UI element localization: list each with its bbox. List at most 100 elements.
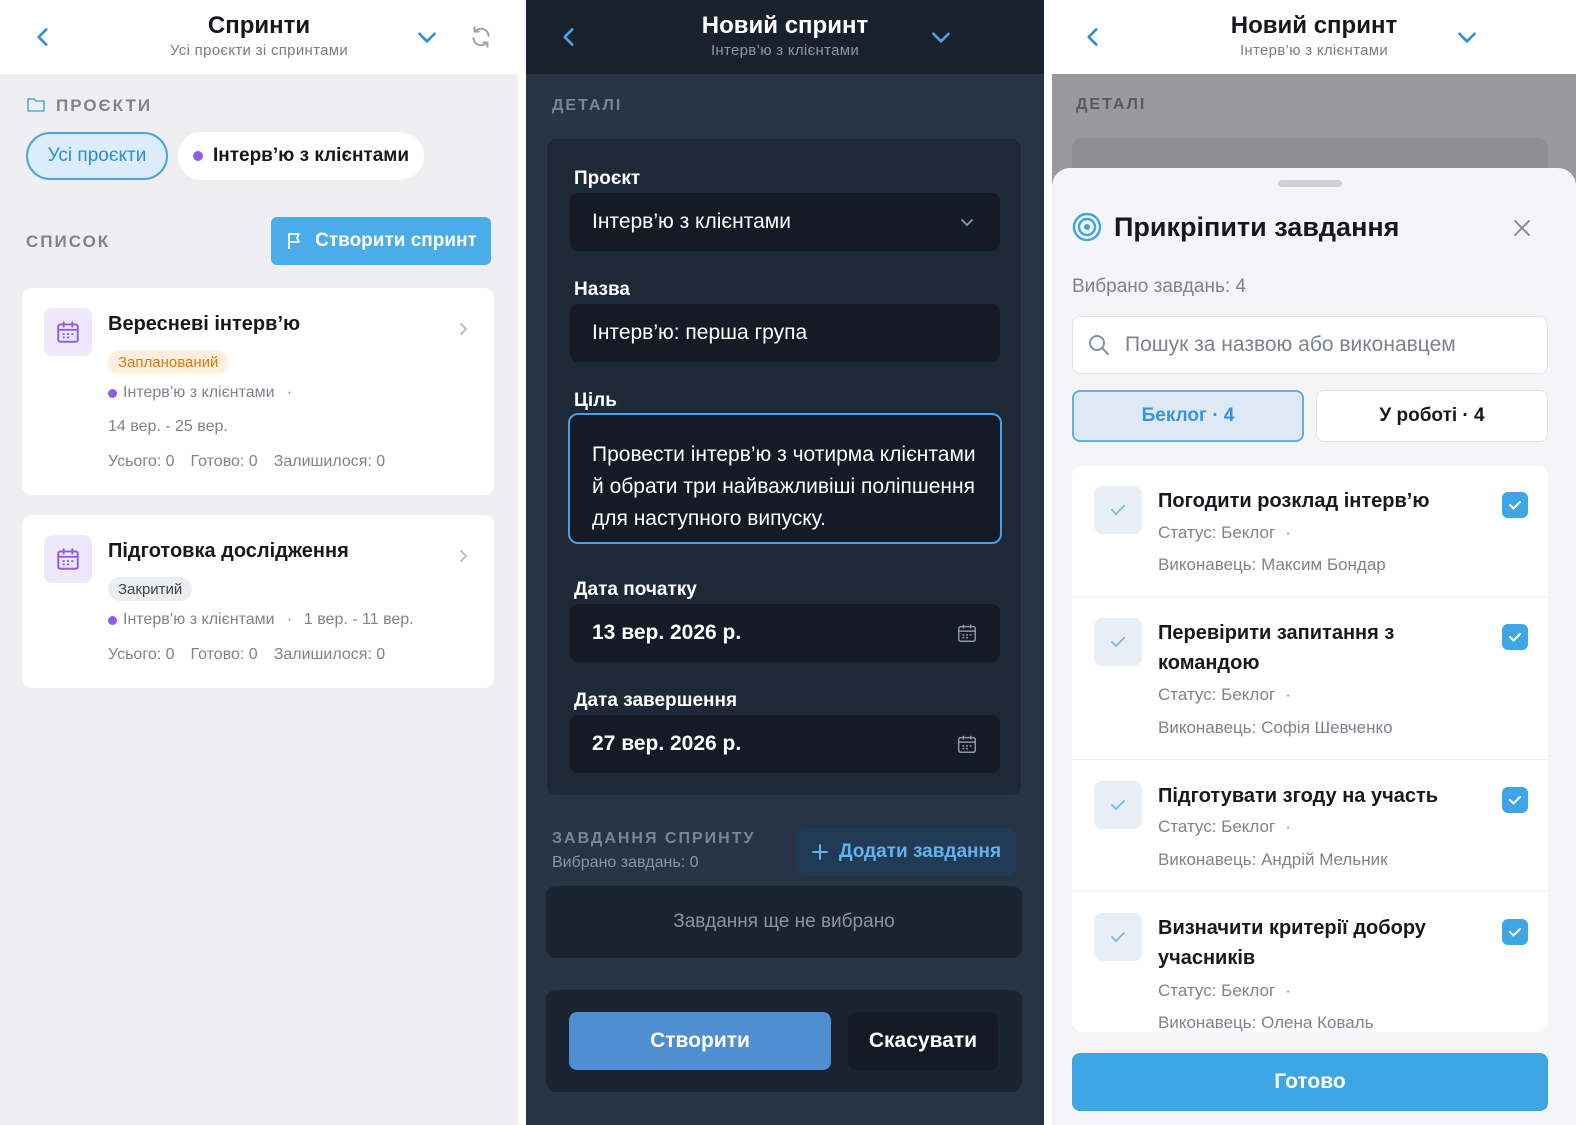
filter-customer-interviews[interactable]: Інтерв’ю з клієнтами bbox=[178, 132, 424, 180]
sprint-title: Підготовка дослідження bbox=[108, 540, 349, 562]
refresh-button[interactable] bbox=[466, 22, 496, 52]
close-icon[interactable] bbox=[1512, 218, 1532, 238]
search-input[interactable]: Пошук за назвою або виконавцем bbox=[1072, 316, 1548, 374]
name-input[interactable]: Інтерв’ю: перша група bbox=[570, 304, 1000, 362]
attach-tasks-sheet: Прикріпити завдання Вибрано завдань: 4 П… bbox=[1052, 168, 1576, 1125]
task-title: Погодити розклад інтерв’ю bbox=[1158, 490, 1430, 512]
search-placeholder: Пошук за назвою або виконавцем bbox=[1125, 333, 1456, 356]
sprint-project: Інтерв’ю з клієнтами · bbox=[108, 384, 292, 402]
sprint-card[interactable]: Вересневі інтерв’ю Запланований Інтерв’ю… bbox=[22, 288, 494, 495]
task-row[interactable]: Перевірити запитання з командою Статус: … bbox=[1072, 598, 1548, 760]
folder-icon bbox=[27, 98, 45, 112]
project-field-label: Проєкт bbox=[574, 168, 641, 189]
task-assignee: Виконавець: Максим Бондар bbox=[1158, 555, 1386, 574]
task-status: Статус: Беклог · bbox=[1158, 523, 1291, 543]
projects-label: ПРОЄКТИ bbox=[56, 96, 153, 115]
end-date-label: Дата завершення bbox=[574, 690, 738, 711]
task-status: Статус: Беклог · bbox=[1158, 981, 1291, 1001]
status-badge: Запланований bbox=[108, 350, 229, 374]
chevron-down-icon bbox=[418, 32, 436, 43]
project-name: Інтерв’ю з клієнтами bbox=[123, 384, 275, 401]
task-status: Статус: Беклог · bbox=[1158, 817, 1291, 837]
chevron-down-icon bbox=[932, 32, 950, 43]
tab-in-progress[interactable]: У роботі · 4 bbox=[1316, 390, 1548, 442]
expand-button[interactable] bbox=[926, 22, 956, 52]
done-button[interactable]: Готово bbox=[1072, 1053, 1548, 1111]
sprint-tasks-label: ЗАВДАННЯ СПРИНТУ bbox=[552, 830, 756, 847]
filter-label: Усі проєкти bbox=[47, 145, 147, 166]
start-date-input[interactable]: 13 вер. 2026 р. bbox=[570, 604, 1000, 662]
checkbox-icon[interactable] bbox=[1502, 624, 1528, 650]
check-icon bbox=[1094, 781, 1142, 829]
sprint-dates: 14 вер. - 25 вер. bbox=[108, 418, 228, 435]
status-text: Статус: Беклог bbox=[1158, 817, 1276, 836]
expand-button[interactable] bbox=[1452, 22, 1482, 52]
stat-total: Усього: 0 bbox=[108, 453, 175, 470]
cancel-button[interactable]: Скасувати bbox=[848, 1012, 998, 1070]
stat-total: Усього: 0 bbox=[108, 646, 175, 663]
start-date-label: Дата початку bbox=[574, 579, 697, 600]
create-sprint-button[interactable]: Створити спринт bbox=[271, 217, 491, 265]
separator: · bbox=[286, 384, 292, 401]
sheet-grabber[interactable] bbox=[1278, 180, 1342, 187]
chevron-right-icon bbox=[460, 550, 468, 562]
chevron-right-icon bbox=[460, 323, 468, 335]
details-label: ДЕТАЛІ bbox=[1076, 96, 1147, 113]
plus-icon bbox=[811, 844, 828, 860]
filter-all-projects[interactable]: Усі проєкти bbox=[26, 132, 168, 180]
create-sprint-label: Створити спринт bbox=[315, 230, 477, 251]
checkbox-icon[interactable] bbox=[1502, 787, 1528, 813]
end-date-input[interactable]: 27 вер. 2026 р. bbox=[570, 715, 1000, 773]
check-icon bbox=[1094, 618, 1142, 666]
chevron-down-icon bbox=[1458, 32, 1476, 43]
task-status: Статус: Беклог · bbox=[1158, 685, 1291, 705]
calendar-icon bbox=[958, 624, 976, 642]
status-badge: Закритий bbox=[108, 577, 193, 601]
chevron-down-icon bbox=[961, 219, 973, 227]
stat-left: Залишилося: 0 bbox=[273, 646, 386, 663]
task-row[interactable]: Підготувати згоду на участь Статус: Бекл… bbox=[1072, 761, 1548, 892]
start-date-value: 13 вер. 2026 р. bbox=[592, 621, 742, 644]
refresh-icon bbox=[472, 26, 490, 48]
status-text: Статус: Беклог bbox=[1158, 981, 1276, 1000]
header: Новий спринт Інтерв’ю з клієнтами bbox=[1052, 0, 1576, 74]
target-icon bbox=[1072, 212, 1102, 242]
task-row[interactable]: Погодити розклад інтерв’ю Статус: Беклог… bbox=[1072, 466, 1548, 597]
create-button[interactable]: Створити bbox=[569, 1012, 831, 1070]
task-row[interactable]: Визначити критерії добору учасників Стат… bbox=[1072, 893, 1548, 1032]
task-title: Перевірити запитання з командою bbox=[1158, 622, 1395, 674]
filter-label: Інтерв’ю з клієнтами bbox=[212, 145, 410, 166]
project-select[interactable]: Інтерв’ю з клієнтами bbox=[570, 193, 1000, 251]
separator: · bbox=[1285, 817, 1291, 836]
name-input-value: Інтерв’ю: перша група bbox=[592, 321, 808, 344]
project-color-dot bbox=[192, 151, 203, 161]
sprint-title: Вересневі інтерв’ю bbox=[108, 313, 301, 335]
empty-tasks-state: Завдання ще не вибрано bbox=[546, 886, 1022, 958]
calendar-icon bbox=[44, 535, 92, 583]
checkbox-icon[interactable] bbox=[1502, 492, 1528, 518]
task-assignee: Виконавець: Андрій Мельник bbox=[1158, 850, 1388, 869]
sprint-project: Інтерв’ю з клієнтами · 1 вер. - 11 вер. bbox=[108, 611, 414, 629]
add-tasks-button[interactable]: Додати завдання bbox=[796, 828, 1016, 876]
selected-count: Вибрано завдань: 4 bbox=[1072, 276, 1246, 297]
goal-textarea[interactable]: Провести інтерв’ю з чотирма клієнтами й … bbox=[568, 413, 1002, 544]
separator: · bbox=[1285, 685, 1291, 704]
project-color-dot bbox=[108, 615, 117, 625]
end-date-value: 27 вер. 2026 р. bbox=[592, 732, 742, 755]
add-tasks-label: Додати завдання bbox=[838, 841, 1002, 862]
page-subtitle: Інтерв’ю з клієнтами bbox=[1239, 42, 1389, 59]
page-subtitle: Інтерв’ю з клієнтами bbox=[710, 42, 860, 59]
checkbox-icon[interactable] bbox=[1502, 919, 1528, 945]
status-text: Статус: Беклог bbox=[1158, 523, 1276, 542]
sprint-card[interactable]: Підготовка дослідження Закритий Інтерв’ю… bbox=[22, 515, 494, 688]
check-icon bbox=[1094, 913, 1142, 961]
separator: · bbox=[1285, 981, 1291, 1000]
sheet-title: Прикріпити завдання bbox=[1114, 212, 1400, 242]
new-sprint-form-screen: Новий спринт Інтерв’ю з клієнтами ДЕТАЛІ… bbox=[526, 0, 1044, 1125]
sprint-stats: Усього: 0 Готово: 0 Залишилося: 0 bbox=[108, 453, 385, 471]
project-select-value: Інтерв’ю з клієнтами bbox=[592, 210, 791, 233]
expand-button[interactable] bbox=[412, 22, 442, 52]
check-icon bbox=[1094, 486, 1142, 534]
page-title: Новий спринт bbox=[701, 12, 869, 39]
tab-backlog[interactable]: Беклог · 4 bbox=[1072, 390, 1304, 442]
